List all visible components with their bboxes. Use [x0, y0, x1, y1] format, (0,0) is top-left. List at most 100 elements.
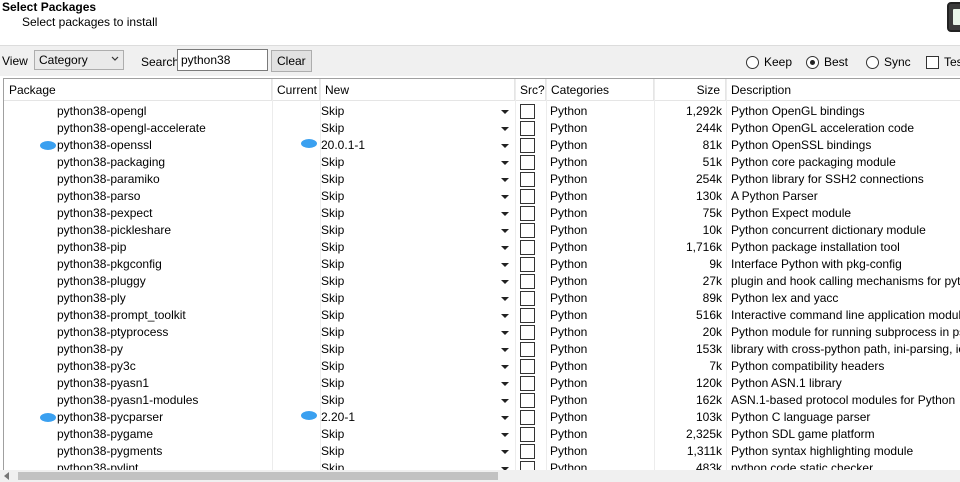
- new-version-select[interactable]: Skip: [320, 324, 515, 341]
- dropdown-arrow-icon[interactable]: [497, 325, 512, 340]
- table-row[interactable]: python38-openssl 20.0.1-1 Python 81k Python …: [4, 137, 960, 154]
- clear-button[interactable]: Clear: [271, 50, 312, 72]
- dropdown-arrow-icon[interactable]: [497, 257, 512, 272]
- dropdown-arrow-icon[interactable]: [497, 155, 512, 170]
- new-version-select[interactable]: Skip: [320, 358, 515, 375]
- radio-sync[interactable]: Sync: [866, 54, 911, 70]
- table-row[interactable]: python38-ply Skip Python 89k Python lex and …: [4, 290, 960, 307]
- table-row[interactable]: python38-prompt_toolkit Skip Python 516k Int…: [4, 307, 960, 324]
- dropdown-arrow-icon[interactable]: [497, 240, 512, 255]
- dropdown-arrow-icon[interactable]: [497, 342, 512, 357]
- new-version-select[interactable]: Skip: [320, 222, 515, 239]
- new-version-select[interactable]: Skip: [320, 375, 515, 392]
- source-checkbox[interactable]: [520, 461, 535, 470]
- new-version-select[interactable]: Skip: [320, 392, 515, 409]
- dropdown-arrow-icon[interactable]: [497, 427, 512, 442]
- table-row[interactable]: python38-paramiko Skip Python 254k Python li…: [4, 171, 960, 188]
- table-row[interactable]: python38-pip Skip Python 1,716k Python packa…: [4, 239, 960, 256]
- dropdown-arrow-icon[interactable]: [497, 206, 512, 221]
- new-version-select[interactable]: Skip: [320, 290, 515, 307]
- dropdown-arrow-icon[interactable]: [497, 291, 512, 306]
- source-checkbox[interactable]: [520, 376, 535, 391]
- checkbox-test[interactable]: Test: [926, 54, 960, 70]
- source-checkbox[interactable]: [520, 342, 535, 357]
- source-checkbox[interactable]: [520, 444, 535, 459]
- table-row[interactable]: python38-pycparser 2.20-1 Python 103k Python…: [4, 409, 960, 426]
- source-checkbox[interactable]: [520, 274, 535, 289]
- new-version-select[interactable]: Skip: [320, 256, 515, 273]
- dropdown-arrow-icon[interactable]: [497, 359, 512, 374]
- dropdown-arrow-icon[interactable]: [497, 172, 512, 187]
- dropdown-arrow-icon[interactable]: [497, 223, 512, 238]
- dropdown-arrow-icon[interactable]: [497, 308, 512, 323]
- dropdown-arrow-icon[interactable]: [497, 121, 512, 136]
- dropdown-arrow-icon[interactable]: [497, 189, 512, 204]
- source-checkbox[interactable]: [520, 257, 535, 272]
- table-row[interactable]: python38-parso Skip Python 130k A Python Par…: [4, 188, 960, 205]
- dropdown-arrow-icon[interactable]: [497, 274, 512, 289]
- search-input[interactable]: [177, 49, 268, 71]
- source-checkbox[interactable]: [520, 291, 535, 306]
- source-checkbox[interactable]: [520, 104, 535, 119]
- source-checkbox[interactable]: [520, 206, 535, 221]
- dropdown-arrow-icon[interactable]: [497, 376, 512, 391]
- table-row[interactable]: python38-pyasn1-modules Skip Python 162k ASN…: [4, 392, 960, 409]
- source-checkbox[interactable]: [520, 138, 535, 153]
- new-version-select[interactable]: Skip: [320, 341, 515, 358]
- table-row[interactable]: python38-py3c Skip Python 7k Python compatib…: [4, 358, 960, 375]
- new-version-select[interactable]: Skip: [320, 426, 515, 443]
- column-header-categories[interactable]: Categories: [546, 79, 654, 101]
- table-row[interactable]: python38-py Skip Python 153k library with cr…: [4, 341, 960, 358]
- view-select[interactable]: Category: [34, 50, 124, 70]
- source-checkbox[interactable]: [520, 410, 535, 425]
- column-header-description[interactable]: Description: [726, 79, 960, 101]
- table-row[interactable]: python38-pluggy Skip Python 27k plugin and h…: [4, 273, 960, 290]
- table-row[interactable]: python38-pylint Skip Python 483k python code…: [4, 460, 960, 470]
- source-checkbox[interactable]: [520, 121, 535, 136]
- new-version-select[interactable]: Skip: [320, 307, 515, 324]
- new-version-select[interactable]: Skip: [320, 460, 515, 470]
- new-version-select[interactable]: 20.0.1-1: [320, 137, 515, 154]
- source-checkbox[interactable]: [520, 427, 535, 442]
- new-version-select[interactable]: Skip: [320, 443, 515, 460]
- radio-keep[interactable]: Keep: [746, 54, 792, 70]
- source-checkbox[interactable]: [520, 359, 535, 374]
- new-version-select[interactable]: Skip: [320, 188, 515, 205]
- table-row[interactable]: python38-pygame Skip Python 2,325k Python SD…: [4, 426, 960, 443]
- table-row[interactable]: python38-pickleshare Skip Python 10k Python …: [4, 222, 960, 239]
- dropdown-arrow-icon[interactable]: [497, 104, 512, 119]
- source-checkbox[interactable]: [520, 155, 535, 170]
- source-checkbox[interactable]: [520, 240, 535, 255]
- table-row[interactable]: python38-pexpect Skip Python 75k Python Expe…: [4, 205, 960, 222]
- source-checkbox[interactable]: [520, 325, 535, 340]
- table-row[interactable]: python38-packaging Skip Python 51k Python co…: [4, 154, 960, 171]
- column-header-size[interactable]: Size: [654, 79, 726, 101]
- horizontal-scrollbar[interactable]: [0, 470, 960, 482]
- table-row[interactable]: python38-ptyprocess Skip Python 20k Python m…: [4, 324, 960, 341]
- new-version-select[interactable]: 2.20-1: [320, 409, 515, 426]
- dropdown-arrow-icon[interactable]: [497, 461, 512, 470]
- source-checkbox[interactable]: [520, 393, 535, 408]
- new-version-select[interactable]: Skip: [320, 205, 515, 222]
- column-header-package[interactable]: Package: [4, 79, 272, 101]
- new-version-select[interactable]: Skip: [320, 239, 515, 256]
- new-version-select[interactable]: Skip: [320, 103, 515, 120]
- table-row[interactable]: python38-pygments Skip Python 1,311k Python …: [4, 443, 960, 460]
- source-checkbox[interactable]: [520, 189, 535, 204]
- radio-best[interactable]: Best: [806, 54, 848, 70]
- new-version-select[interactable]: Skip: [320, 120, 515, 137]
- source-checkbox[interactable]: [520, 308, 535, 323]
- dropdown-arrow-icon[interactable]: [497, 410, 512, 425]
- column-header-src[interactable]: Src?: [515, 79, 546, 101]
- dropdown-arrow-icon[interactable]: [497, 444, 512, 459]
- source-checkbox[interactable]: [520, 223, 535, 238]
- column-header-current[interactable]: Current: [272, 79, 320, 101]
- scrollbar-thumb[interactable]: [18, 472, 498, 480]
- dropdown-arrow-icon[interactable]: [497, 138, 512, 153]
- source-checkbox[interactable]: [520, 172, 535, 187]
- new-version-select[interactable]: Skip: [320, 171, 515, 188]
- table-row[interactable]: python38-pkgconfig Skip Python 9k Interface …: [4, 256, 960, 273]
- new-version-select[interactable]: Skip: [320, 273, 515, 290]
- table-row[interactable]: python38-opengl Skip Python 1,292k Python Op…: [4, 103, 960, 120]
- table-row[interactable]: python38-opengl-accelerate Skip Python 244k…: [4, 120, 960, 137]
